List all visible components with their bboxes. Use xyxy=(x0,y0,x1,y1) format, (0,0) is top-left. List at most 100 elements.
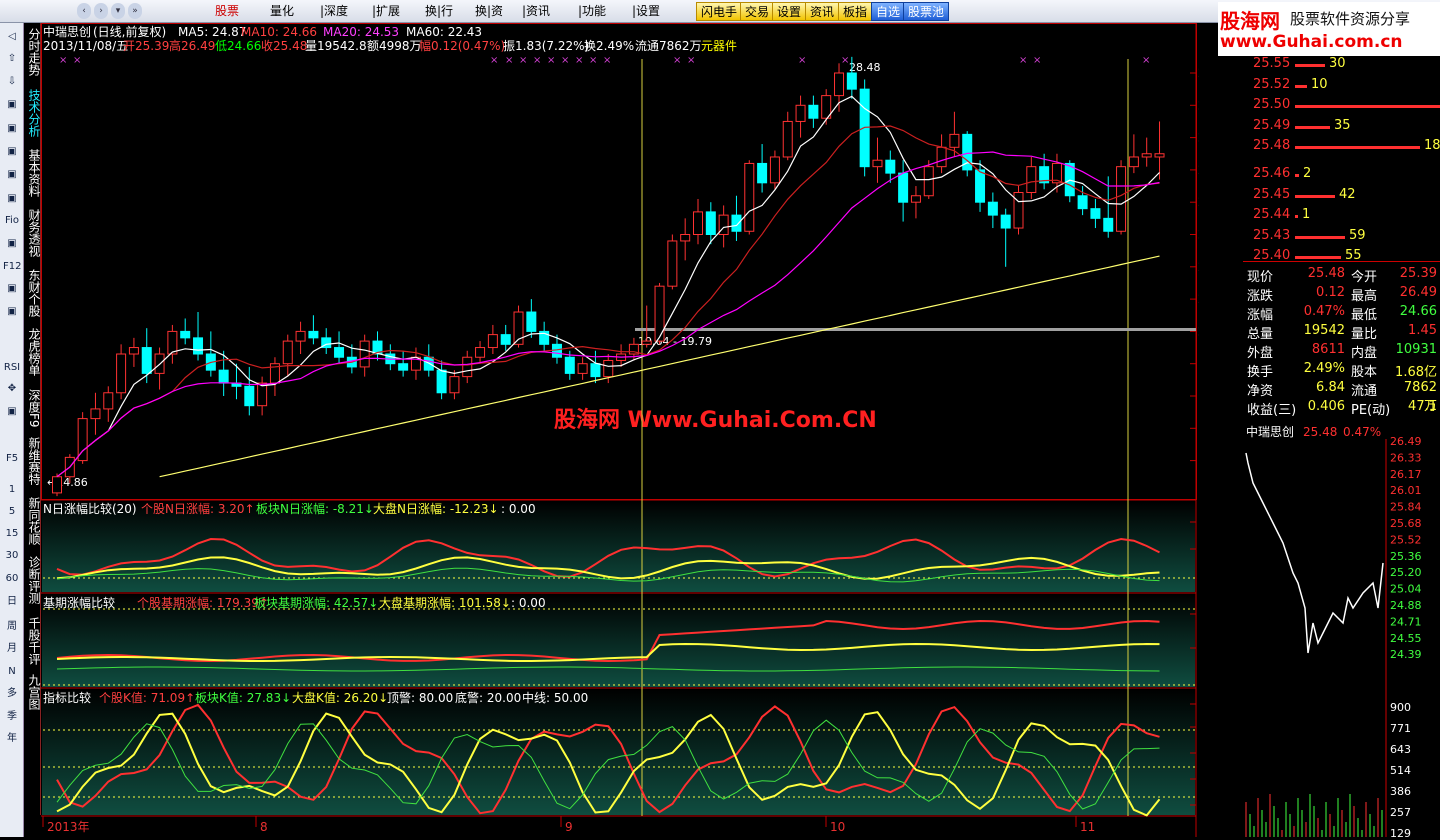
quick-watchlist[interactable]: 自选 xyxy=(871,2,906,21)
candle-down xyxy=(808,104,819,119)
side-tab-9[interactable]: 诊断评测 xyxy=(25,556,41,604)
menu-switch-asset[interactable]: 换|资 xyxy=(475,3,503,20)
panel3-sector: 板块K值: 27.83↓ xyxy=(195,690,291,705)
toolbar-button-14[interactable]: ✥ xyxy=(3,380,21,398)
toolbar-button-18[interactable]: 5 xyxy=(3,503,21,521)
side-tab-2[interactable]: 基本资料 xyxy=(25,149,41,197)
quote-key: 涨幅 xyxy=(1247,308,1274,323)
candle-down xyxy=(500,334,511,345)
toolbar-button-8[interactable]: Fio xyxy=(3,212,21,230)
order-volume-bar xyxy=(1295,174,1299,177)
quote-value: 0.12 xyxy=(1316,285,1345,300)
quick-news[interactable]: 资讯 xyxy=(805,2,840,21)
forward-icon[interactable]: › xyxy=(94,3,108,19)
time-axis-label: 2013年 xyxy=(47,820,90,834)
quick-trade[interactable]: 交易 xyxy=(740,2,775,21)
signal-marker: × xyxy=(589,55,597,66)
side-tab-7[interactable]: 新维赛特 xyxy=(25,437,41,485)
side-tab-3[interactable]: 财务透视 xyxy=(25,209,41,257)
panel3-stock: 个股K值: 71.09↑ xyxy=(99,690,195,705)
candle-up xyxy=(1116,166,1127,232)
menu-quant[interactable]: 量化 xyxy=(270,3,294,20)
quick-index[interactable]: 板指 xyxy=(838,2,873,21)
toolbar-button-28[interactable]: 年 xyxy=(3,730,21,748)
side-tab-5[interactable]: 龙虎榜单 xyxy=(25,328,41,376)
side-tab-0[interactable]: 分时走势 xyxy=(25,28,41,76)
toolbar-button-3[interactable]: ▣ xyxy=(3,96,21,114)
order-price: 25.45 xyxy=(1253,186,1291,202)
toolbar-button-13[interactable]: RSI xyxy=(3,359,21,377)
toolbar-button-24[interactable]: 月 xyxy=(3,640,21,658)
toolbar-button-17[interactable]: 1 xyxy=(3,481,21,499)
intraday-chart[interactable]: 中瑞思创 25.48 0.47% 26.49 26.33 26.17 26.01 25.84 2… xyxy=(1243,423,1440,840)
info-turnover: 换2.49% xyxy=(584,39,634,53)
toolbar-button-9[interactable]: ▣ xyxy=(3,235,21,253)
mini-volume-tick: 643 xyxy=(1390,743,1411,756)
candle-down xyxy=(846,72,857,90)
chart-area[interactable]: 中瑞思创 (日线,前复权) MA5: 24.87 MA10: 24.66 MA2… xyxy=(41,23,1237,837)
toolbar-button-23[interactable]: 周 xyxy=(3,618,21,636)
menu-stock[interactable]: 股票 xyxy=(215,3,239,20)
menu-collapse-icon[interactable]: » xyxy=(128,3,142,19)
toolbar-button-16[interactable]: F5 xyxy=(3,450,21,468)
side-tab-1[interactable]: 技术分析 xyxy=(25,89,41,137)
side-tab-11[interactable]: 九宫图 xyxy=(25,674,41,710)
order-volume-bar xyxy=(1295,215,1298,218)
toolbar-button-15[interactable]: ▣ xyxy=(3,403,21,421)
mini-price-tick: 25.52 xyxy=(1390,533,1422,546)
side-tabs: 分时走势技术分析基本资料财务透视东财个股龙虎榜单深度F9 新维赛特新同花顺诊断评测… xyxy=(24,23,41,815)
toolbar-button-12[interactable]: ▣ xyxy=(3,303,21,321)
toolbar-button-5[interactable]: ▣ xyxy=(3,143,21,161)
toolbar-button-2[interactable]: ⇩ xyxy=(3,73,21,91)
candle-up xyxy=(769,156,780,184)
candle-up xyxy=(103,392,114,410)
toolbar-button-27[interactable]: 季 xyxy=(3,708,21,726)
toolbar-button-26[interactable]: 多 xyxy=(3,685,21,703)
mini-price-tick: 26.17 xyxy=(1390,468,1422,481)
order-price: 25.49 xyxy=(1253,117,1291,133)
toolbar-button-11[interactable]: ▣ xyxy=(3,280,21,298)
mini-price-tick: 26.33 xyxy=(1390,451,1422,464)
quick-flash-trade[interactable]: 闪电手 xyxy=(696,2,743,21)
down-icon[interactable]: ▾ xyxy=(111,3,125,19)
toolbar-button-10[interactable]: F12 xyxy=(3,258,21,276)
quote-value: 19542 xyxy=(1303,323,1345,338)
menu-settings[interactable]: |设置 xyxy=(632,3,660,20)
toolbar-button-19[interactable]: 15 xyxy=(3,525,21,543)
candle-up xyxy=(936,146,947,168)
side-tab-4[interactable]: 东财个股 xyxy=(25,269,41,317)
candle-up xyxy=(462,356,473,378)
side-tab-8[interactable]: 新同花顺 xyxy=(25,497,41,545)
toolbar-button-21[interactable]: 60 xyxy=(3,570,21,588)
intraday-svg[interactable]: 中瑞思创 25.48 0.47% 26.49 26.33 26.17 26.01 25.84 2… xyxy=(1243,423,1440,840)
menu-switch-industry[interactable]: 换|行 xyxy=(425,3,453,20)
side-tab-10[interactable]: 千股千评 xyxy=(25,617,41,665)
candle-up xyxy=(167,330,178,355)
toolbar-button-0[interactable]: ◁ xyxy=(3,28,21,46)
toolbar-button-6[interactable]: ▣ xyxy=(3,166,21,184)
candle-up xyxy=(667,240,678,287)
menu-news[interactable]: |资讯 xyxy=(522,3,550,20)
ma20-label: MA20: 24.53 xyxy=(323,25,399,39)
toolbar-button-1[interactable]: ⇧ xyxy=(3,50,21,68)
quick-settings[interactable]: 设置 xyxy=(772,2,807,21)
toolbar-button-7[interactable]: ▣ xyxy=(3,190,21,208)
toolbar-button-22[interactable]: 日 xyxy=(3,593,21,611)
candle-up xyxy=(116,353,127,394)
chart-period: (日线,前复权) xyxy=(93,24,166,39)
quote-key: 股本 xyxy=(1351,365,1378,380)
toolbar-button-25[interactable]: N xyxy=(3,663,21,681)
side-tab-6[interactable]: 深度F9 xyxy=(25,389,41,428)
menu-function[interactable]: |功能 xyxy=(578,3,606,20)
back-icon[interactable]: ‹ xyxy=(77,3,91,19)
chart-svg[interactable]: 中瑞思创 (日线,前复权) MA5: 24.87 MA10: 24.66 MA2… xyxy=(41,23,1237,837)
candle-down xyxy=(898,172,909,203)
quote-key: 流通 xyxy=(1351,384,1378,399)
toolbar-button-4[interactable]: ▣ xyxy=(3,120,21,138)
toolbar-button-20[interactable]: 30 xyxy=(3,547,21,565)
menu-extend[interactable]: |扩展 xyxy=(372,3,400,20)
quote-value: 0.47% xyxy=(1303,304,1345,319)
quick-stock-pool[interactable]: 股票池 xyxy=(903,2,950,21)
candle-down xyxy=(193,337,204,355)
menu-depth[interactable]: |深度 xyxy=(320,3,348,20)
